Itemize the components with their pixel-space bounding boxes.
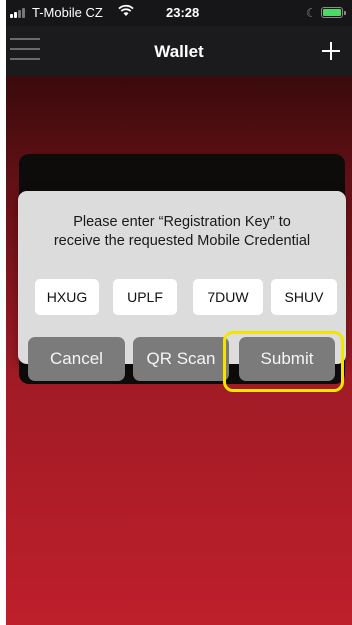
navigation-bar: Wallet — [6, 26, 352, 76]
key-field-4[interactable]: SHUV — [271, 279, 337, 315]
status-bar: T-Mobile CZ 23:28 ☾ — [6, 0, 352, 26]
dialog-message-line-1: Please enter “Registration Key” to — [73, 214, 291, 230]
clock: 23:28 — [166, 5, 200, 20]
key-field-1[interactable]: HXUG — [35, 279, 99, 315]
qr-scan-button[interactable]: QR Scan — [133, 337, 229, 381]
wifi-icon — [118, 4, 134, 16]
dialog-message-line-2: receive the requested Mobile Credential — [53, 233, 311, 249]
signal-strength-icon — [10, 8, 25, 18]
plus-icon[interactable] — [316, 36, 346, 66]
phone-screen: T-Mobile CZ 23:28 ☾ Wallet Please enter … — [6, 0, 352, 625]
page-title: Wallet — [154, 42, 204, 61]
key-field-2[interactable]: UPLF — [113, 279, 177, 315]
key-field-3[interactable]: 7DUW — [193, 279, 263, 315]
carrier-name: T-Mobile CZ — [32, 5, 103, 20]
cancel-button[interactable]: Cancel — [28, 337, 125, 381]
battery-charging-icon — [321, 7, 346, 18]
submit-button[interactable]: Submit — [239, 337, 335, 381]
dialog-message: Please enter “Registration Key” to recei… — [18, 213, 346, 251]
do-not-disturb-icon: ☾ — [306, 6, 317, 20]
